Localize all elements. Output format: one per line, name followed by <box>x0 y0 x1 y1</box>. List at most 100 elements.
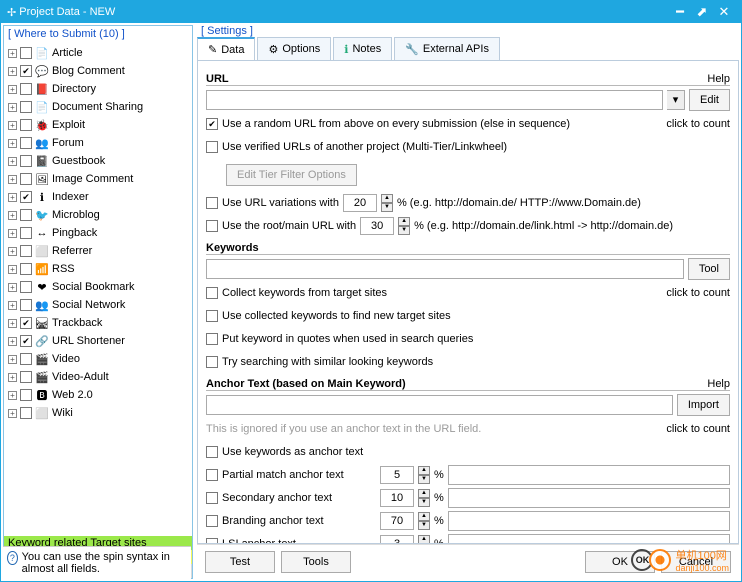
tree-item[interactable]: +📓Guestbook <box>4 152 192 170</box>
tree-item[interactable]: +✔🔗URL Shortener <box>4 332 192 350</box>
url-input[interactable] <box>206 90 663 110</box>
tree-item[interactable]: +✔🛤Trackback <box>4 314 192 332</box>
verified-urls-checkbox[interactable] <box>206 141 218 153</box>
keywords-input[interactable] <box>206 259 684 279</box>
tab-options[interactable]: ⚙Options <box>257 37 331 60</box>
anchor-row-input[interactable] <box>448 488 730 508</box>
anchor-help-link[interactable]: Help <box>707 378 730 390</box>
keywords-click-to-count[interactable]: click to count <box>666 287 730 299</box>
platform-checkbox[interactable] <box>20 83 32 95</box>
tree-item[interactable]: +📶RSS <box>4 260 192 278</box>
anchor-row-checkbox[interactable] <box>206 515 218 527</box>
anchor-row-input[interactable] <box>448 534 730 544</box>
tree-item[interactable]: +📄Article <box>4 44 192 62</box>
expand-icon[interactable]: + <box>8 229 17 238</box>
expand-icon[interactable]: + <box>8 211 17 220</box>
expand-icon[interactable]: + <box>8 391 17 400</box>
anchor-import-button[interactable]: Import <box>677 394 730 416</box>
tree-item[interactable]: +✔ℹIndexer <box>4 188 192 206</box>
tab-notes[interactable]: ℹNotes <box>333 37 392 60</box>
expand-icon[interactable]: + <box>8 85 17 94</box>
expand-icon[interactable]: + <box>8 337 17 346</box>
anchor-row-spinner[interactable]: ▲▼ <box>418 466 430 484</box>
platform-checkbox[interactable]: ✔ <box>20 335 32 347</box>
expand-icon[interactable]: + <box>8 103 17 112</box>
platform-checkbox[interactable] <box>20 209 32 221</box>
tree-item[interactable]: +⬜Referrer <box>4 242 192 260</box>
platform-checkbox[interactable] <box>20 173 32 185</box>
quotes-checkbox[interactable] <box>206 333 218 345</box>
tree-item[interactable]: +📕Directory <box>4 80 192 98</box>
platform-checkbox[interactable] <box>20 119 32 131</box>
expand-icon[interactable]: + <box>8 283 17 292</box>
anchor-text-input[interactable] <box>206 395 673 415</box>
tab-data[interactable]: ✎Data <box>197 37 255 60</box>
platform-checkbox[interactable] <box>20 353 32 365</box>
platform-checkbox[interactable]: ✔ <box>20 317 32 329</box>
test-button[interactable]: Test <box>205 551 275 573</box>
root-url-spinner[interactable]: ▲▼ <box>398 217 410 235</box>
anchor-row-input[interactable] <box>448 465 730 485</box>
anchor-row-checkbox[interactable] <box>206 469 218 481</box>
root-url-value[interactable] <box>360 217 394 235</box>
use-collected-checkbox[interactable] <box>206 310 218 322</box>
minimize-button[interactable]: ━ <box>669 4 691 20</box>
url-help-link[interactable]: Help <box>707 73 730 85</box>
url-variations-checkbox[interactable] <box>206 197 218 209</box>
url-edit-button[interactable]: Edit <box>689 89 730 111</box>
url-click-to-count[interactable]: click to count <box>666 118 730 130</box>
tree-item[interactable]: +✔💬Blog Comment <box>4 62 192 80</box>
platform-checkbox[interactable]: ✔ <box>20 65 32 77</box>
similar-checkbox[interactable] <box>206 356 218 368</box>
expand-icon[interactable]: + <box>8 193 17 202</box>
platform-checkbox[interactable] <box>20 245 32 257</box>
expand-icon[interactable]: + <box>8 157 17 166</box>
expand-icon[interactable]: + <box>8 265 17 274</box>
platform-checkbox[interactable] <box>20 137 32 149</box>
platform-checkbox[interactable] <box>20 407 32 419</box>
expand-icon[interactable]: + <box>8 301 17 310</box>
expand-icon[interactable]: + <box>8 319 17 328</box>
platform-checkbox[interactable] <box>20 371 32 383</box>
close-button[interactable]: ✕ <box>713 4 735 20</box>
tree-item[interactable]: +🐞Exploit <box>4 116 192 134</box>
tree-item[interactable]: +↔Pingback <box>4 224 192 242</box>
tree-item[interactable]: +📄Document Sharing <box>4 98 192 116</box>
anchor-click-to-count[interactable]: click to count <box>666 423 730 435</box>
platform-checkbox[interactable]: ✔ <box>20 191 32 203</box>
platform-checkbox[interactable] <box>20 155 32 167</box>
platform-checkbox[interactable] <box>20 101 32 113</box>
tree-item[interactable]: +🐦Microblog <box>4 206 192 224</box>
keywords-tool-button[interactable]: Tool <box>688 258 730 280</box>
anchor-row-value[interactable] <box>380 489 414 507</box>
random-url-checkbox[interactable]: ✔ <box>206 118 218 130</box>
use-keywords-anchor-checkbox[interactable] <box>206 446 218 458</box>
platform-checkbox[interactable] <box>20 227 32 239</box>
anchor-row-input[interactable] <box>448 511 730 531</box>
collect-keywords-checkbox[interactable] <box>206 287 218 299</box>
expand-icon[interactable]: + <box>8 175 17 184</box>
anchor-row-spinner[interactable]: ▲▼ <box>418 512 430 530</box>
expand-icon[interactable]: + <box>8 409 17 418</box>
anchor-row-checkbox[interactable] <box>206 492 218 504</box>
anchor-row-value[interactable] <box>380 535 414 544</box>
root-url-checkbox[interactable] <box>206 220 218 232</box>
tree-item[interactable]: +⬜Wiki <box>4 404 192 422</box>
maximize-button[interactable]: ⬈ <box>691 4 713 20</box>
platform-tree[interactable]: +📄Article+✔💬Blog Comment+📕Directory+📄Doc… <box>4 42 192 536</box>
tree-item[interactable]: +🖼Image Comment <box>4 170 192 188</box>
anchor-row-spinner[interactable]: ▲▼ <box>418 535 430 544</box>
tree-item[interactable]: +❤Social Bookmark <box>4 278 192 296</box>
expand-icon[interactable]: + <box>8 355 17 364</box>
tab-external-apis[interactable]: 🔧External APIs <box>394 37 500 60</box>
platform-checkbox[interactable] <box>20 389 32 401</box>
tree-item[interactable]: +👥Social Network <box>4 296 192 314</box>
tree-item[interactable]: +🅱Web 2.0 <box>4 386 192 404</box>
tree-item[interactable]: +👥Forum <box>4 134 192 152</box>
url-dropdown-button[interactable]: ▾ <box>667 90 685 110</box>
expand-icon[interactable]: + <box>8 139 17 148</box>
platform-checkbox[interactable] <box>20 263 32 275</box>
platform-checkbox[interactable] <box>20 47 32 59</box>
expand-icon[interactable]: + <box>8 247 17 256</box>
anchor-row-value[interactable] <box>380 466 414 484</box>
